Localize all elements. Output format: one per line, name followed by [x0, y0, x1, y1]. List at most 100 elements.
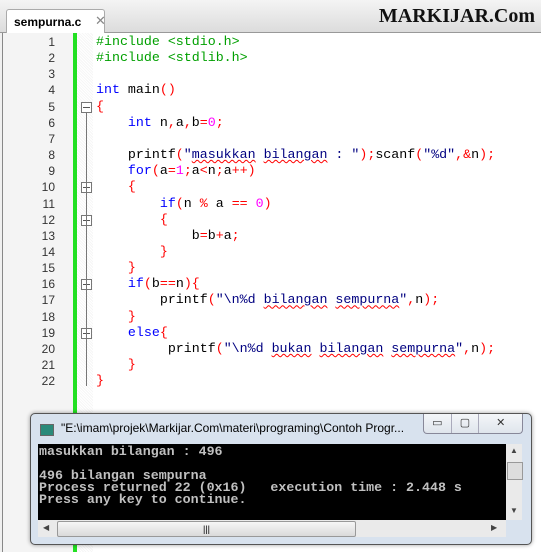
code-token: int	[96, 82, 120, 98]
scroll-right-icon[interactable]: ▶	[491, 523, 497, 532]
code-token: printf	[96, 292, 208, 308]
code-token: "%d"	[423, 147, 456, 163]
code-token: n	[471, 147, 480, 163]
scroll-down-icon[interactable]: ▼	[510, 506, 518, 515]
code-line[interactable]: 9 for(a=1;a<n;a++)	[3, 163, 541, 179]
code-token: bilangan	[319, 340, 384, 356]
code-line[interactable]: 19 else{	[3, 325, 541, 341]
code-line[interactable]: 14 }	[3, 244, 541, 260]
code-token: }	[96, 357, 136, 372]
code-text: }	[96, 373, 104, 389]
code-text: printf("masukkan bilangan : ");scanf("%d…	[96, 147, 495, 163]
code-line[interactable]: 15 }	[3, 260, 541, 276]
code-line[interactable]: 21 }	[3, 357, 541, 373]
tab-sempurna-c[interactable]: sempurna.c ✕	[6, 9, 106, 33]
code-line[interactable]: 4 int main()	[3, 82, 541, 98]
code-token: ;	[215, 163, 224, 179]
console-icon	[40, 424, 54, 436]
code-token: b	[191, 114, 200, 130]
code-token: b	[96, 227, 200, 243]
code-line[interactable]: 3	[3, 66, 541, 82]
code-line[interactable]: 6 int n,a,b=0;	[3, 115, 541, 131]
close-icon[interactable]: ✕	[95, 13, 106, 29]
scroll-left-icon[interactable]: ◀	[43, 523, 49, 532]
line-number: 10	[41, 180, 55, 195]
minimize-button[interactable]: ▭	[424, 414, 452, 433]
code-line[interactable]: 10 {	[3, 179, 541, 195]
line-number: 2	[48, 51, 55, 66]
code-token: {	[96, 179, 136, 195]
code-token: "	[455, 340, 464, 356]
code-token: bukan	[271, 340, 312, 356]
code-token: ,	[183, 114, 192, 130]
code-token: ()	[159, 82, 176, 98]
code-token: (	[175, 195, 184, 211]
code-text: if(b==n){	[96, 276, 200, 292]
line-number: 12	[41, 212, 55, 227]
code-line[interactable]: 13 b=b+a;	[3, 228, 541, 244]
code-line[interactable]: 5{	[3, 99, 541, 115]
maximize-button[interactable]: ▢	[452, 414, 480, 433]
code-line[interactable]: 11 if(n % a == 0)	[3, 196, 541, 212]
code-line[interactable]: 1 #include <stdio.h>	[3, 34, 541, 50]
code-token: );	[479, 340, 496, 356]
console-output: masukkan bilangan : 496 496 bilangan sem…	[38, 444, 507, 520]
code-text: {	[96, 99, 104, 115]
line-number: 21	[41, 358, 55, 372]
code-text: }	[96, 244, 168, 260]
code-token: for	[127, 163, 152, 179]
line-number: 8	[48, 148, 55, 163]
code-token: masukkan	[191, 147, 256, 163]
code-text: int main()	[96, 82, 176, 98]
code-line[interactable]: 12 {	[3, 212, 541, 228]
code-line[interactable]: 7	[3, 131, 541, 147]
code-line[interactable]: 17 printf("\n%d bilangan sempurna",n);	[3, 292, 541, 308]
code-token: {	[159, 324, 168, 340]
code-token: a	[207, 195, 232, 211]
watermark-logo: MARKIJAR.Com	[378, 5, 535, 27]
scroll-thumb[interactable]: |||	[57, 521, 356, 537]
code-token: =	[167, 163, 176, 179]
code-token: bilangan	[263, 292, 328, 308]
code-line[interactable]: 16 if(b==n){	[3, 276, 541, 292]
code-token: ++)	[231, 163, 256, 179]
code-text: #include <stdio.h>	[96, 34, 240, 50]
code-text: {	[96, 179, 136, 195]
code-line[interactable]: 22}	[3, 373, 541, 389]
code-token: printf	[96, 147, 176, 163]
horizontal-scrollbar[interactable]: ◀ ||| ▶	[38, 520, 506, 537]
code-token: n	[183, 195, 200, 211]
line-number: 13	[41, 228, 55, 243]
code-token: (	[215, 340, 224, 356]
code-token: {	[96, 98, 104, 114]
code-token: %	[199, 195, 208, 211]
code-line[interactable]: 8 printf("masukkan bilangan : ");scanf("…	[3, 147, 541, 163]
line-number: 20	[41, 341, 55, 356]
code-line[interactable]: 2 #include <stdlib.h>	[3, 50, 541, 66]
code-text: #include <stdlib.h>	[96, 50, 248, 66]
vertical-scrollbar[interactable]: ▲ ▼	[506, 444, 523, 520]
code-line[interactable]: 18 }	[3, 309, 541, 325]
line-number: 14	[41, 244, 55, 259]
code-text: }	[96, 260, 136, 276]
close-button[interactable]: ✕	[479, 414, 522, 433]
code-token: b	[151, 276, 160, 292]
console-window: "E:\imam\projek\Markijar.Com\materi\prog…	[30, 413, 532, 545]
code-line[interactable]: 20 printf("\n%d bukan bilangan sempurna"…	[3, 341, 541, 357]
tab-label: sempurna.c	[14, 15, 82, 29]
code-token: =	[199, 227, 208, 243]
code-token: n	[471, 340, 480, 356]
code-token: (	[151, 163, 160, 179]
code-token: "\n%d	[215, 292, 264, 308]
scroll-thumb[interactable]	[507, 462, 523, 480]
line-number: 19	[41, 325, 55, 340]
code-token: if	[127, 276, 144, 292]
scroll-up-icon[interactable]: ▲	[510, 446, 518, 455]
line-number: 6	[48, 115, 55, 130]
code-token: ,	[167, 114, 176, 130]
code-token: ==	[231, 195, 248, 211]
code-token: : "	[327, 147, 360, 163]
